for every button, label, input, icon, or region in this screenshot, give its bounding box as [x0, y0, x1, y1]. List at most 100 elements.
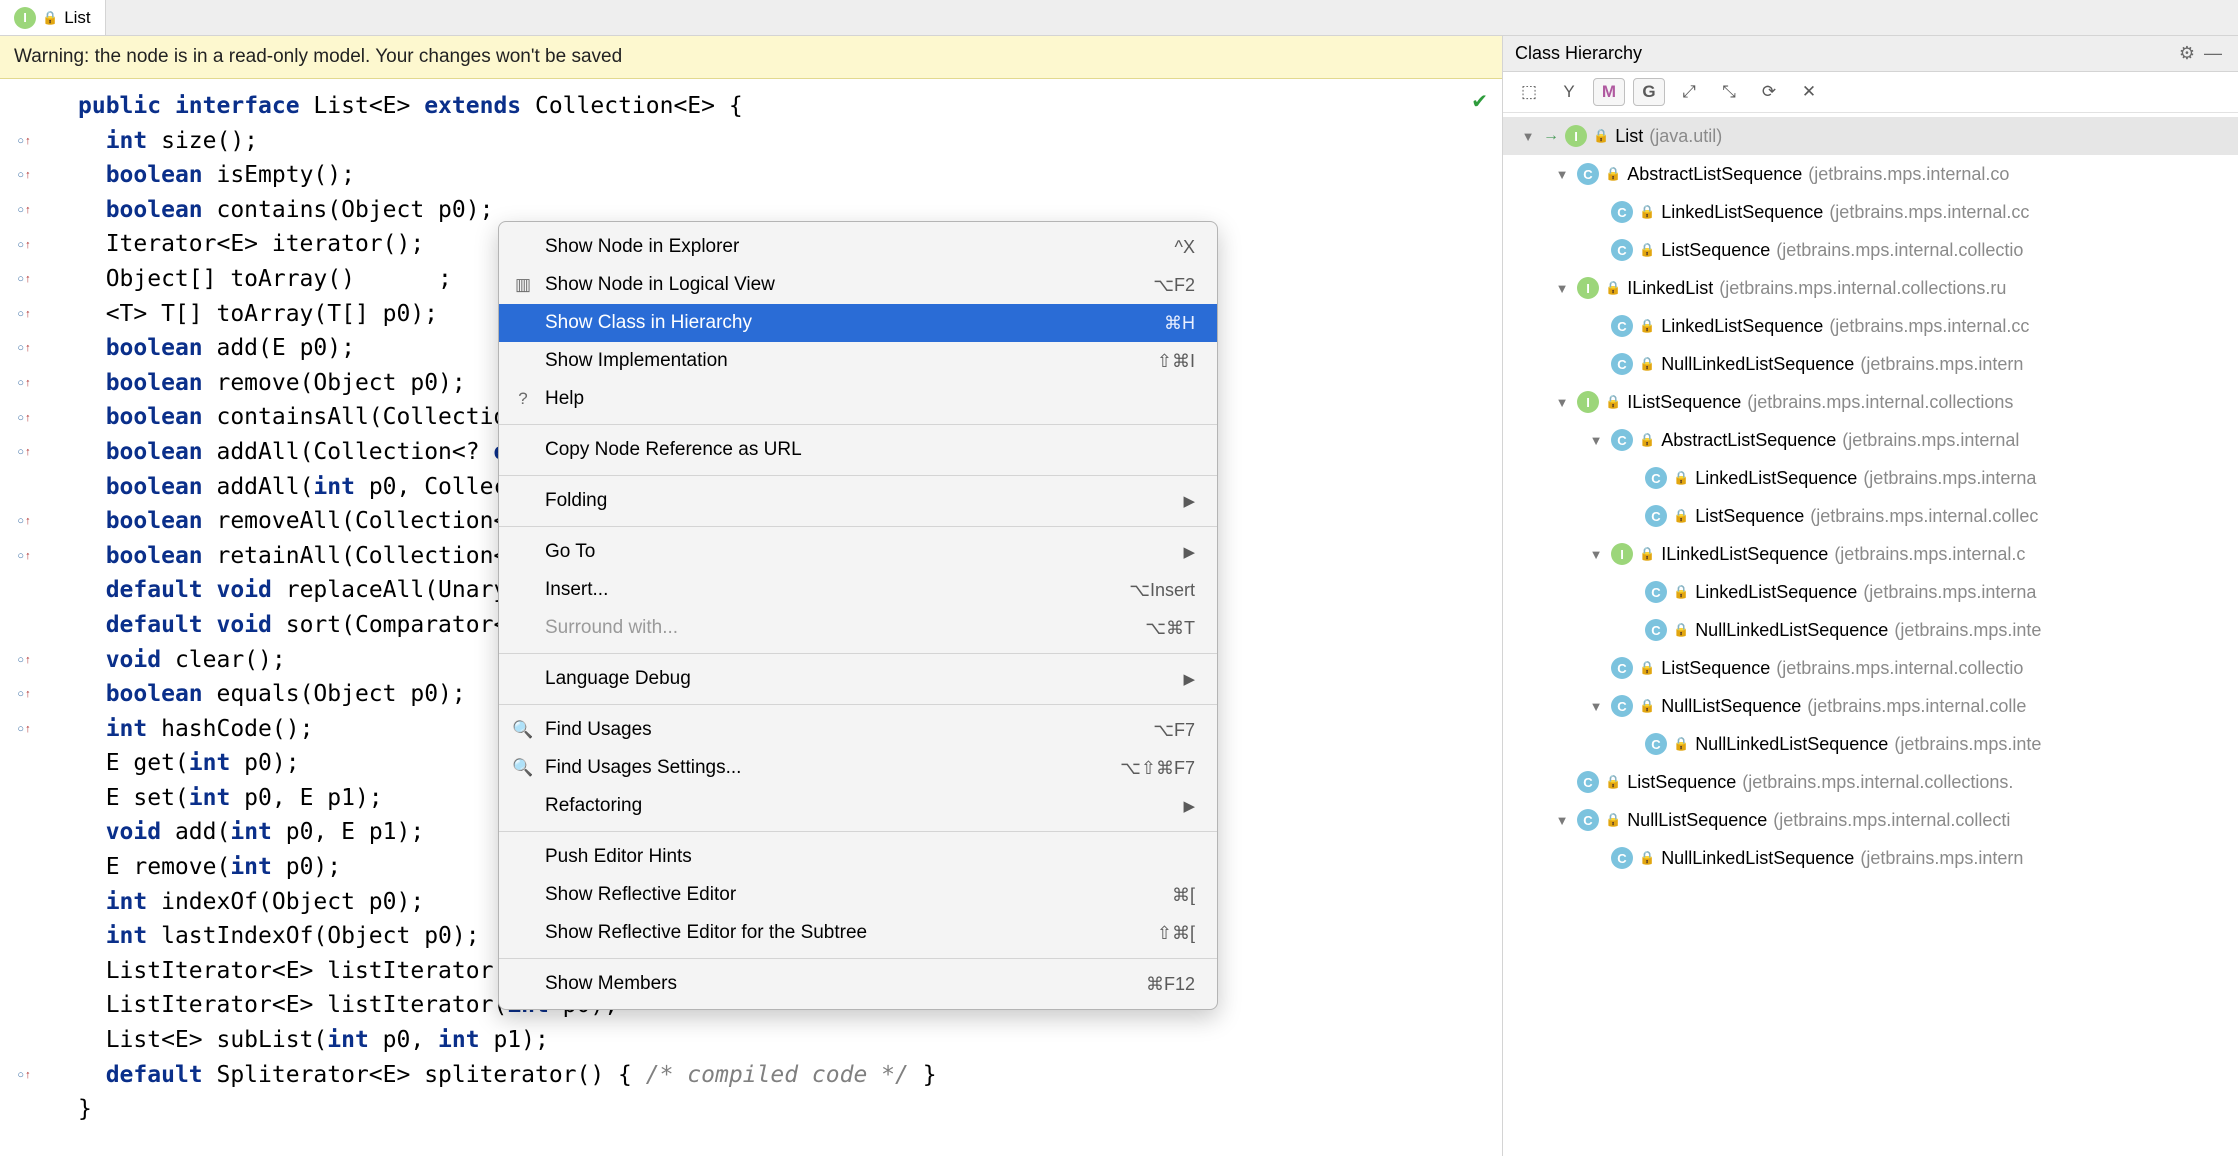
menu-item[interactable]: Refactoring ▶	[499, 787, 1217, 825]
tree-twisty-icon[interactable]: ▼	[1587, 547, 1605, 562]
tree-row[interactable]: ▶C🔒ListSequence (jetbrains.mps.internal.…	[1503, 497, 2238, 535]
tree-row[interactable]: ▶C🔒LinkedListSequence (jetbrains.mps.int…	[1503, 573, 2238, 611]
menu-item-label: Language Debug	[545, 668, 1173, 690]
submenu-arrow-icon: ▶	[1183, 797, 1195, 815]
interface-icon: I	[1577, 391, 1599, 413]
tree-row[interactable]: ▼→I🔒List (java.util)	[1503, 117, 2238, 155]
tree-node-package: (jetbrains.mps.internal.cc	[1829, 202, 2029, 223]
menu-item[interactable]: Language Debug▶	[499, 660, 1217, 698]
menu-separator	[499, 831, 1217, 832]
class-hierarchy-icon[interactable]: ⬚	[1513, 78, 1545, 106]
tree-row[interactable]: ▶C🔒LinkedListSequence (jetbrains.mps.int…	[1503, 307, 2238, 345]
tree-row[interactable]: ▼C🔒NullListSequence (jetbrains.mps.inter…	[1503, 687, 2238, 725]
menu-item[interactable]: Copy Node Reference as URL	[499, 431, 1217, 469]
tree-node-name: AbstractListSequence	[1627, 164, 1802, 185]
class-icon: C	[1611, 315, 1633, 337]
tree-row[interactable]: ▼C🔒NullListSequence (jetbrains.mps.inter…	[1503, 801, 2238, 839]
tree-node-name: ListSequence	[1661, 658, 1770, 679]
class-icon: C	[1645, 619, 1667, 641]
tree-row[interactable]: ▶C🔒LinkedListSequence (jetbrains.mps.int…	[1503, 193, 2238, 231]
lock-icon: 🔒	[1605, 394, 1621, 410]
tree-row[interactable]: ▶C🔒ListSequence (jetbrains.mps.internal.…	[1503, 649, 2238, 687]
menu-item[interactable]: 🔍Find Usages⌥F7	[499, 711, 1217, 749]
class-icon: C	[1577, 809, 1599, 831]
class-icon: C	[1645, 581, 1667, 603]
tree-row[interactable]: ▼I🔒IListSequence (jetbrains.mps.internal…	[1503, 383, 2238, 421]
tree-node-package: (jetbrains.mps.intern	[1860, 354, 2023, 375]
menu-shortcut: ⌥F7	[1153, 720, 1195, 741]
tree-twisty-icon[interactable]: ▼	[1553, 167, 1571, 182]
tree-node-name: AbstractListSequence	[1661, 430, 1836, 451]
minimize-icon[interactable]: —	[2200, 43, 2226, 64]
lock-icon: 🔒	[1673, 508, 1689, 524]
supertypes-icon[interactable]: Y	[1553, 78, 1585, 106]
close-icon[interactable]: ✕	[1793, 78, 1825, 106]
gear-icon[interactable]: ⚙	[2174, 43, 2200, 64]
class-icon: C	[1611, 353, 1633, 375]
class-icon: C	[1577, 771, 1599, 793]
menu-item-label: Find Usages	[545, 719, 1143, 741]
menu-item[interactable]: Show Implementation⇧⌘I	[499, 342, 1217, 380]
tree-row[interactable]: ▼I🔒ILinkedList (jetbrains.mps.internal.c…	[1503, 269, 2238, 307]
tree-row[interactable]: ▼C🔒AbstractListSequence (jetbrains.mps.i…	[1503, 155, 2238, 193]
menu-item-label: Refactoring	[545, 795, 1173, 817]
menu-shortcut: ⌘H	[1164, 313, 1195, 334]
tree-row[interactable]: ▶C🔒NullLinkedListSequence (jetbrains.mps…	[1503, 839, 2238, 877]
tree-node-name: NullLinkedListSequence	[1695, 734, 1888, 755]
lock-icon: 🔒	[1639, 432, 1655, 448]
tree-node-name: NullLinkedListSequence	[1661, 354, 1854, 375]
menu-item[interactable]: Show Reflective Editor⌘[	[499, 876, 1217, 914]
editor-tab-list[interactable]: I 🔒 List	[0, 0, 106, 35]
lock-icon: 🔒	[1639, 318, 1655, 334]
editor-context-menu: Show Node in Explorer^X▥Show Node in Log…	[498, 221, 1218, 1010]
tree-row[interactable]: ▶C🔒NullLinkedListSequence (jetbrains.mps…	[1503, 345, 2238, 383]
menu-item-label: Show Members	[545, 973, 1136, 995]
tree-row[interactable]: ▶C🔒ListSequence (jetbrains.mps.internal.…	[1503, 231, 2238, 269]
tree-twisty-icon[interactable]: ▼	[1553, 395, 1571, 410]
lock-icon: 🔒	[1673, 470, 1689, 486]
menu-item-label: Help	[545, 388, 1185, 410]
menu-separator	[499, 704, 1217, 705]
tree-row[interactable]: ▶C🔒ListSequence (jetbrains.mps.internal.…	[1503, 763, 2238, 801]
tree-node-package: (jetbrains.mps.internal.collections.ru	[1719, 278, 2006, 299]
tree-row[interactable]: ▼C🔒AbstractListSequence (jetbrains.mps.i…	[1503, 421, 2238, 459]
menu-item: Surround with...⌥⌘T	[499, 609, 1217, 647]
tree-node-package: (jetbrains.mps.inte	[1894, 734, 2041, 755]
panel-title: Class Hierarchy	[1515, 43, 1642, 64]
menu-item[interactable]: Go To▶	[499, 533, 1217, 571]
menu-item[interactable]: Push Editor Hints	[499, 838, 1217, 876]
editor-tabs: I 🔒 List	[0, 0, 2238, 36]
hierarchy-toolbar: ⬚ Y M G ⤢ ⤡ ⟳ ✕	[1503, 72, 2238, 113]
interface-icon: I	[1611, 543, 1633, 565]
menu-item[interactable]: Show Members⌘F12	[499, 965, 1217, 1003]
refresh-icon[interactable]: ⟳	[1753, 78, 1785, 106]
scope-g-icon[interactable]: G	[1633, 78, 1665, 106]
expand-all-icon[interactable]: ⤢	[1673, 78, 1705, 106]
tree-twisty-icon[interactable]: ▼	[1587, 699, 1605, 714]
tree-twisty-icon[interactable]: ▼	[1519, 129, 1537, 144]
tree-twisty-icon[interactable]: ▼	[1587, 433, 1605, 448]
menu-item[interactable]: Folding▶	[499, 482, 1217, 520]
tree-twisty-icon[interactable]: ▼	[1553, 813, 1571, 828]
menu-item[interactable]: ?Help	[499, 380, 1217, 418]
scope-m-icon[interactable]: M	[1593, 78, 1625, 106]
menu-item[interactable]: ▥Show Node in Logical View⌥F2	[499, 266, 1217, 304]
class-hierarchy-panel: Class Hierarchy ⚙ — ⬚ Y M G ⤢ ⤡ ⟳ ✕ ▼→I🔒…	[1502, 36, 2238, 1156]
menu-shortcut: ⌥⇧⌘F7	[1120, 758, 1195, 779]
tree-row[interactable]: ▼I🔒ILinkedListSequence (jetbrains.mps.in…	[1503, 535, 2238, 573]
menu-item[interactable]: Show Node in Explorer^X	[499, 228, 1217, 266]
menu-item[interactable]: Show Class in Hierarchy⌘H	[499, 304, 1217, 342]
interface-icon: I	[14, 7, 36, 29]
menu-item[interactable]: 🔍Find Usages Settings...⌥⇧⌘F7	[499, 749, 1217, 787]
menu-item[interactable]: Show Reflective Editor for the Subtree⇧⌘…	[499, 914, 1217, 952]
tree-row[interactable]: ▶C🔒LinkedListSequence (jetbrains.mps.int…	[1503, 459, 2238, 497]
menu-item-label: Show Reflective Editor	[545, 884, 1162, 906]
lock-icon: 🔒	[1639, 546, 1655, 562]
collapse-all-icon[interactable]: ⤡	[1713, 78, 1745, 106]
tree-twisty-icon[interactable]: ▼	[1553, 281, 1571, 296]
submenu-arrow-icon: ▶	[1183, 543, 1195, 561]
hierarchy-tree[interactable]: ▼→I🔒List (java.util)▼C🔒AbstractListSeque…	[1503, 113, 2238, 1156]
tree-row[interactable]: ▶C🔒NullLinkedListSequence (jetbrains.mps…	[1503, 725, 2238, 763]
tree-row[interactable]: ▶C🔒NullLinkedListSequence (jetbrains.mps…	[1503, 611, 2238, 649]
menu-item[interactable]: Insert...⌥Insert	[499, 571, 1217, 609]
